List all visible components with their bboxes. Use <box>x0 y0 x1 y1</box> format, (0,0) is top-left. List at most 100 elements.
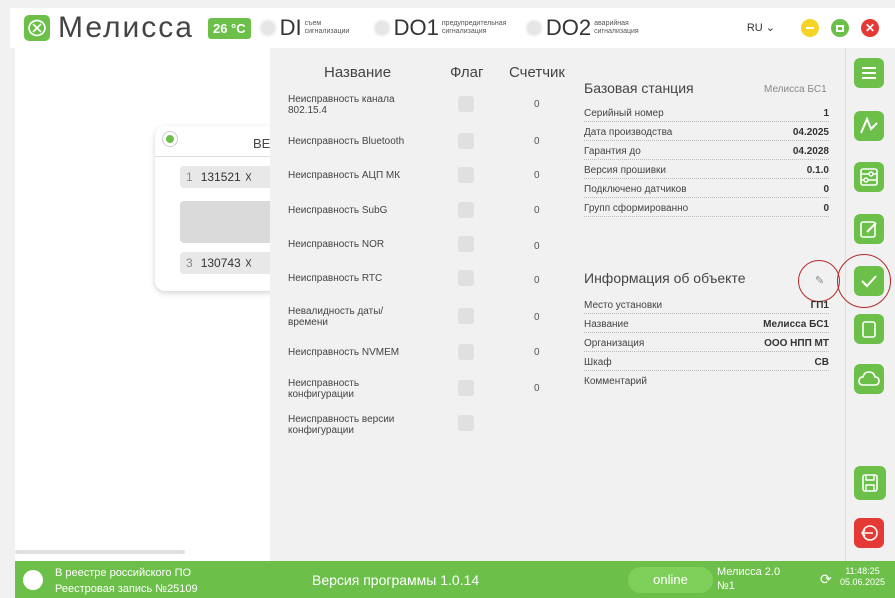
highlight-circle <box>798 260 840 302</box>
fault-name: Неисправность RTC <box>288 273 383 284</box>
group-canvas[interactable]: BE 1 131521 ☓ 3 130743 ☓ <box>15 48 270 561</box>
fault-name: Неисправность Bluetooth <box>288 136 405 147</box>
signal-do2: DO2 аварийная сигнализация <box>524 15 654 41</box>
sensor-placeholder[interactable] <box>180 201 270 243</box>
info-panel: Базовая станция Мелисса БС1 Серийный ном… <box>572 48 844 561</box>
document-icon <box>862 321 876 338</box>
language-label: RU <box>746 22 763 34</box>
edit-button[interactable] <box>854 214 884 244</box>
registry-info: В реестре российского ПО Реестровая запи… <box>55 565 198 597</box>
fault-counter: 0 <box>534 241 540 252</box>
fault-counter: 0 <box>534 170 540 181</box>
info-key: Название <box>584 319 631 330</box>
fault-flag-checkbox[interactable] <box>458 344 474 360</box>
time-label: 11:48:25 <box>845 566 880 576</box>
link-off-icon: ☓ <box>244 168 253 185</box>
info-key: Гарантия до <box>584 146 643 157</box>
connection-status[interactable]: online <box>628 567 713 593</box>
chart-button[interactable] <box>854 111 884 141</box>
signal-do1-label: предупредительная сигнализация <box>441 20 507 35</box>
settings-button[interactable] <box>854 162 884 192</box>
refresh-icon[interactable]: ⟳ <box>820 571 832 588</box>
info-key: Организация <box>584 338 647 349</box>
fault-counter: 0 <box>534 205 540 216</box>
sensor-index: 1 <box>186 170 193 184</box>
close-button[interactable]: ✕ <box>861 19 879 37</box>
info-value: 0 <box>823 184 829 195</box>
maximize-button[interactable] <box>831 19 849 37</box>
fault-flag-checkbox[interactable] <box>458 202 474 218</box>
table-row: Неисправность NOR 0 <box>288 236 568 252</box>
fault-flag-checkbox[interactable] <box>458 308 474 324</box>
top-bar: Мелисса 26 °C DI съем сигнализации DO1 п… <box>10 8 895 48</box>
info-key: Серийный номер <box>584 108 666 119</box>
base-station-card[interactable]: BE 1 131521 ☓ 3 130743 ☓ <box>155 126 270 291</box>
column-header-flag: Флаг <box>450 64 484 81</box>
signal-do1-code: DO1 <box>393 15 439 40</box>
table-row: Невалидность даты/ времени 0 <box>288 306 568 328</box>
save-button[interactable] <box>854 466 886 500</box>
registry-line2: Реестровая запись №25109 <box>55 583 198 595</box>
info-value: 0.1.0 <box>806 165 829 176</box>
fault-name: Неисправность АЦП МК <box>288 170 401 181</box>
sensor-id: 130743 <box>200 256 241 270</box>
datetime: 11:48:25 05.06.2025 <box>840 566 885 588</box>
highlight-circle <box>837 254 891 308</box>
info-row: Подключено датчиков 0 <box>584 184 829 198</box>
info-row: Шкаф СВ <box>584 357 829 371</box>
fault-flag-checkbox[interactable] <box>458 167 474 183</box>
info-value: ГП1 <box>810 300 829 311</box>
language-select[interactable]: RU ⌄ <box>747 21 775 34</box>
card-title: BE <box>253 136 270 151</box>
chevron-down-icon: ⌄ <box>765 22 775 34</box>
info-key: Место установки <box>584 300 665 311</box>
list-button[interactable] <box>854 58 884 88</box>
sliders-icon <box>860 168 878 186</box>
minimize-button[interactable] <box>801 19 819 37</box>
fault-counter: 0 <box>534 383 540 394</box>
info-key: Комментарий <box>584 376 649 387</box>
signal-di-code: DI <box>279 15 302 40</box>
fault-flag-checkbox[interactable] <box>458 415 474 431</box>
signal-di: DI съем сигнализации <box>258 15 365 41</box>
exit-icon <box>860 525 878 541</box>
info-value: 04.2025 <box>792 127 829 138</box>
database-icon <box>23 570 43 590</box>
fault-flag-checkbox[interactable] <box>458 270 474 286</box>
fault-name: Неисправность конфигурации <box>288 378 360 400</box>
signal-do2-indicator <box>524 19 543 37</box>
cloud-icon <box>858 371 880 386</box>
signal-do2-label: аварийная сигнализация <box>594 20 639 35</box>
info-row: Название Мелисса БС1 <box>584 319 829 333</box>
fault-flag-checkbox[interactable] <box>458 380 474 396</box>
list-icon <box>862 67 876 79</box>
table-row: Неисправность RTC 0 <box>288 270 568 286</box>
signal-do2-code: DO2 <box>545 15 592 40</box>
info-row: Групп сформированно 0 <box>584 203 829 217</box>
info-value: Мелисса БС1 <box>763 319 829 330</box>
fault-flag-checkbox[interactable] <box>458 133 474 149</box>
info-value: 1 <box>823 108 829 119</box>
card-status-indicator <box>163 132 177 146</box>
exit-button[interactable] <box>854 518 884 548</box>
table-row: Неисправность SubG 0 <box>288 202 568 218</box>
info-row: Организация ООО НПП МТ <box>584 338 829 352</box>
horizontal-scrollbar[interactable] <box>15 550 185 554</box>
fault-name: Неисправность SubG <box>288 205 388 216</box>
sensor-row[interactable]: 3 130743 ☓ <box>180 252 270 274</box>
info-value: СВ <box>814 357 829 368</box>
document-button[interactable] <box>854 314 884 344</box>
version-label: Версия программы 1.0.14 <box>312 572 480 588</box>
save-icon <box>862 474 878 492</box>
info-key: Версия прошивки <box>584 165 668 176</box>
fault-counter: 0 <box>534 275 540 286</box>
minimize-icon <box>806 27 814 29</box>
date-label: 05.06.2025 <box>840 577 886 587</box>
fault-flag-checkbox[interactable] <box>458 96 474 112</box>
cloud-button[interactable] <box>854 364 884 394</box>
column-header-counter: Счетчик <box>509 64 565 81</box>
fault-flag-checkbox[interactable] <box>458 236 474 252</box>
sensor-id: 131521 <box>200 170 241 184</box>
base-station-subtitle: Мелисса БС1 <box>764 84 827 95</box>
sensor-row[interactable]: 1 131521 ☓ <box>180 166 270 188</box>
